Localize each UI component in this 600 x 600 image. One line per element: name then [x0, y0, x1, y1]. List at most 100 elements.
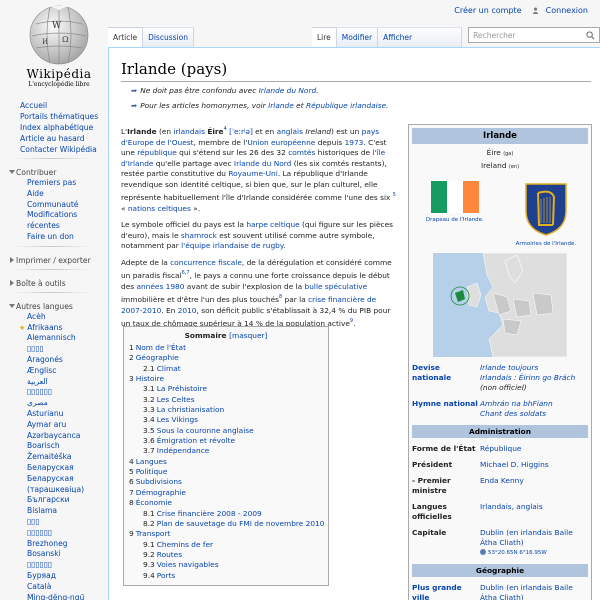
article-link[interactable]: pays [362, 127, 379, 136]
tab-history[interactable]: Afficher l'historique [378, 27, 463, 62]
tab-edit[interactable]: Modifier [336, 27, 379, 47]
infobox-value-line[interactable]: Dublin (en irlandais Baile Átha Cliath) [480, 528, 588, 548]
toc-item[interactable]: 8.1 Crise financière 2008 - 2009 [129, 509, 323, 519]
toc-item[interactable]: 9.3 Voies navigables [129, 560, 323, 570]
article-link[interactable]: d'Europe de l'Ouest [121, 138, 194, 147]
article-link[interactable]: Union européenne [247, 138, 315, 147]
infobox-key[interactable]: Devise nationale [412, 363, 478, 393]
sidebar-contribute-link[interactable]: Communauté [27, 200, 104, 211]
coordinates[interactable]: 53°20.65N 6°16.95W [480, 548, 588, 558]
language-link[interactable]: ▯▯▯▯ [27, 344, 104, 355]
print-export-header[interactable]: Imprimer / exporter [0, 255, 104, 266]
toolbox-header[interactable]: Boîte à outils [0, 278, 104, 289]
toc-item[interactable]: 3.3 La christianisation [129, 405, 323, 415]
infobox-value-line[interactable]: Chant des soldats [480, 409, 588, 419]
language-link[interactable]: Aymar aru [27, 420, 104, 431]
toc-item[interactable]: 6 Subdivisions [129, 477, 323, 487]
article-link[interactable]: Irlande du Nord [234, 159, 291, 168]
infobox-value-line[interactable]: République [480, 444, 588, 454]
toc-item[interactable]: 3.4 Les Vikings [129, 415, 323, 425]
toc-item[interactable]: 3.1 La Préhistoire [129, 384, 323, 394]
toc-item[interactable]: 3.2 Les Celtes [129, 395, 323, 405]
location-map-image[interactable] [433, 253, 567, 357]
tab-read[interactable]: Lire [312, 27, 337, 47]
article-link[interactable]: irlandais [173, 127, 204, 136]
toc-item[interactable]: 9.2 Routes [129, 550, 323, 560]
coordinates-text[interactable]: 53°20.65N 6°16.95W [488, 550, 547, 556]
language-link[interactable]: مصرى [27, 398, 104, 409]
article-link[interactable]: bulle spéculative [305, 282, 368, 291]
language-link[interactable]: العربية [27, 377, 104, 388]
infobox-value-line[interactable]: Amhrán na bhFiann [480, 399, 588, 409]
sidebar-contribute-link[interactable]: Premiers pas [27, 178, 104, 189]
create-account-link[interactable]: Créer un compte [454, 6, 521, 15]
infobox-key[interactable]: Hymne national [412, 399, 478, 419]
language-link[interactable]: Български [27, 495, 104, 506]
toc-item[interactable]: 9 Transport [129, 529, 323, 539]
sidebar-contribute-link[interactable]: Modifications [27, 210, 104, 221]
sidebar-nav-link[interactable]: Portails thématiques [20, 111, 104, 122]
toc-item[interactable]: 5 Politique [129, 467, 323, 477]
sidebar-nav-link[interactable]: Accueil [20, 100, 104, 111]
article-link[interactable]: anglais [277, 127, 303, 136]
sidebar-contribute-link[interactable]: Aide [27, 189, 104, 200]
coat-of-arms-image[interactable] [523, 181, 569, 237]
article-link[interactable]: république [137, 148, 177, 157]
hatnote-link-irlande-du-nord[interactable]: Irlande du Nord [259, 86, 317, 95]
reference-link[interactable]: 5 [393, 192, 396, 198]
language-link[interactable]: Alemannisch [27, 333, 104, 344]
toc-item[interactable]: 3.5 Sous la couronne anglaise [129, 426, 323, 436]
toc-item[interactable]: 2.1 Climat [129, 364, 323, 374]
toc-item[interactable]: 3.6 Émigration et révolte [129, 436, 323, 446]
toc-item[interactable]: 7 Démographie [129, 488, 323, 498]
infobox-value-line[interactable]: Enda Kenny [480, 476, 588, 486]
language-link[interactable]: Беларуская [27, 474, 104, 485]
article-link[interactable]: comtés [288, 148, 315, 157]
language-link[interactable]: ▯▯▯▯▯▯ [27, 387, 104, 398]
infobox-key[interactable]: Plus grande ville [412, 583, 478, 600]
language-link[interactable]: Mìng-dĕ̤ng-ngṳ̄ [27, 593, 104, 600]
tab-discussion[interactable]: Discussion [143, 27, 194, 47]
toc-item[interactable]: 3.7 Indépendance [129, 446, 323, 456]
language-link[interactable]: ▯▯▯▯▯▯ [27, 560, 104, 571]
language-link[interactable]: ★ Afrikaans [19, 323, 104, 334]
article-link[interactable]: [ˈeːrʲə] [229, 127, 253, 136]
article-link[interactable]: l'équipe irlandaise de rugby [181, 241, 283, 250]
language-link[interactable]: Буряад [27, 571, 104, 582]
contribute-header[interactable]: Contribuer [0, 167, 104, 178]
article-link[interactable]: Royaume-Uni [228, 169, 277, 178]
tab-article[interactable]: Article [108, 27, 144, 47]
language-link[interactable]: Català [27, 582, 104, 593]
article-link[interactable]: harpe celtique [246, 220, 299, 229]
flag-caption[interactable]: Drapeau de l'Irlande. [424, 217, 486, 223]
language-link[interactable]: ▯▯▯ [27, 517, 104, 528]
login-link[interactable]: Connexion [546, 6, 588, 15]
toc-item[interactable]: 9.4 Ports [129, 571, 323, 581]
language-link[interactable]: Ænglisc [27, 366, 104, 377]
sidebar-contribute-link[interactable]: Faire un don [27, 232, 104, 243]
language-link[interactable]: Asturianu [27, 409, 104, 420]
infobox-value-line[interactable]: Dublin (en irlandais Baile Átha Cliath) [480, 583, 588, 600]
language-link[interactable]: Žemaitėška [27, 452, 104, 463]
language-link[interactable]: Bislama [27, 506, 104, 517]
toc-item[interactable]: 8 Économie [129, 498, 323, 508]
toc-item[interactable]: 2 Géographie [129, 353, 323, 363]
irish-flag-image[interactable] [424, 181, 486, 213]
language-link[interactable]: (тарашкевіца) [27, 485, 104, 496]
article-link[interactable]: concurrence fiscale [170, 258, 242, 267]
toc-item[interactable]: 9.1 Chemins de fer [129, 540, 323, 550]
infobox-value-line[interactable]: Irlandais : Éirinn go Brách [480, 373, 588, 383]
arms-caption[interactable]: Armoiries de l'Irlande. [516, 241, 577, 247]
language-link[interactable]: ▯▯▯▯▯▯ [27, 528, 104, 539]
search-icon[interactable] [586, 31, 595, 40]
sidebar-contribute-link[interactable]: récentes [27, 221, 104, 232]
wikipedia-logo[interactable]: W Ω И Wikipédia L'encyclopédie libre [14, 0, 104, 96]
language-link[interactable]: Bosanski [27, 549, 104, 560]
sidebar-nav-link[interactable]: Index alphabétique [20, 122, 104, 133]
infobox-value-line[interactable]: Irlandais, anglais [480, 502, 588, 512]
article-link[interactable]: 1973 [345, 138, 364, 147]
hatnote-link-irlande[interactable]: Irlande [268, 101, 294, 110]
languages-header[interactable]: Autres langues [0, 301, 104, 312]
search-input[interactable]: Rechercher [468, 27, 600, 43]
article-link[interactable]: nations celtiques [128, 204, 191, 213]
